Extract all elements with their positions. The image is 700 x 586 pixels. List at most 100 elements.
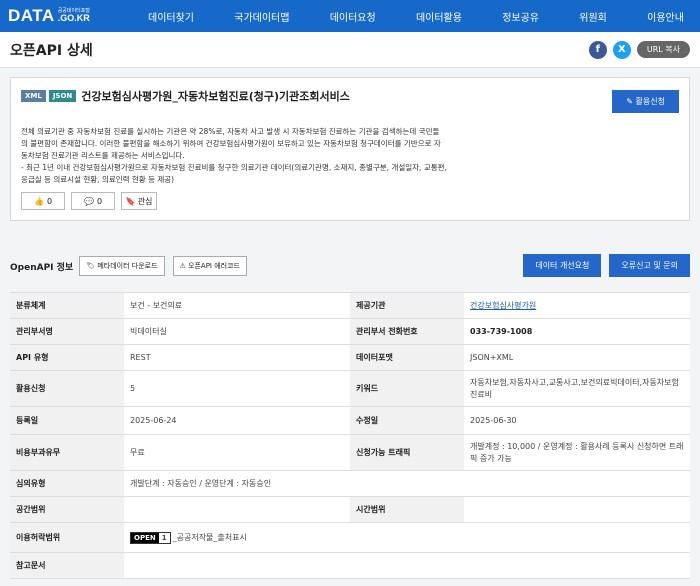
- row-value: 빅데이터실: [124, 318, 350, 345]
- data-improve-request-button[interactable]: 데이터 개선요청: [523, 254, 602, 277]
- row-label: 등록일: [10, 406, 124, 435]
- title-bar: 오픈API 상세 f X URL 복사: [0, 32, 700, 68]
- desc-line: 의 불편함이 존재합니다. 이러한 불편함을 해소하기 위하여 건강보험심사평가…: [21, 139, 441, 148]
- license-cell: OPEN 1 _공공저작물_출처표시: [124, 522, 690, 553]
- table-row: API 유형 REST 데이터포맷 JSON+XML: [10, 344, 690, 371]
- like-button[interactable]: 👍 0: [21, 192, 65, 210]
- row-label: 데이터포맷: [350, 344, 464, 371]
- row-value: 033-739-1008: [464, 318, 690, 345]
- table-row: 관리부서명 빅데이터실 관리부서 전화번호 033-739-1008: [10, 318, 690, 345]
- logo-sub: 공공데이터포털 .GO.KR: [58, 9, 90, 23]
- row-label: 시간범위: [350, 496, 464, 523]
- row-value: 2025-06-24: [124, 406, 350, 435]
- error-code-label: 오픈API 에러코드: [188, 262, 240, 270]
- desc-line: 응급실 등 의료시설 현황, 의료인력 현황 등 제공): [21, 175, 175, 184]
- logo-domain: .GO.KR: [57, 13, 90, 23]
- row-value: 2025-06-30: [464, 406, 690, 435]
- service-card: XML JSON 건강보험심사평가원_자동차보험진료(청구)기관조회서비스 ✎ …: [10, 77, 690, 221]
- row-value: 자동차보험,자동차사고,교통사고,보건의료빅데이터,자동차보험 진료비: [464, 370, 690, 407]
- license-text: _공공저작물_출처표시: [172, 532, 247, 542]
- row-value: 5: [124, 370, 350, 407]
- interest-label: 관심: [137, 196, 153, 206]
- tag-icon: 🏷: [86, 262, 96, 270]
- row-value: [464, 496, 690, 523]
- main-menu: 데이터찾기 국가데이터맵 데이터요청 데이터활용 정보공유 위원회 이용안내: [148, 9, 700, 24]
- service-title: 건강보험심사평가원_자동차보험진료(청구)기관조회서비스: [81, 90, 350, 103]
- table-row: 이용허락범위 OPEN 1 _공공저작물_출처표시: [10, 522, 690, 553]
- apply-use-label: 활용신청: [635, 97, 665, 106]
- info-right-buttons: 데이터 개선요청 오류신고 및 문의: [515, 254, 690, 277]
- row-value: [124, 496, 350, 523]
- error-report-button[interactable]: 오류신고 및 문의: [609, 254, 690, 277]
- url-copy-button[interactable]: URL 복사: [636, 41, 690, 58]
- error-code-button[interactable]: ⚠ 오픈API 에러코드: [172, 256, 247, 276]
- open-badge-text: OPEN: [131, 532, 159, 543]
- menu-item-info-share[interactable]: 정보공유: [502, 9, 539, 24]
- row-label: 활용신청: [10, 370, 124, 407]
- row-label: 비용부과유무: [10, 434, 124, 471]
- menu-item-committee[interactable]: 위원회: [579, 9, 607, 24]
- page-title: 오픈API 상세: [10, 42, 93, 59]
- comment-button[interactable]: 💬 0: [71, 192, 115, 210]
- row-value: 보건 - 보건의료: [124, 292, 350, 319]
- row-value: 무료: [124, 434, 350, 471]
- table-row: 공간범위 시간범위: [10, 496, 690, 523]
- service-actions: 👍 0 💬 0 🔖 관심: [21, 192, 163, 210]
- row-label: API 유형: [10, 344, 124, 371]
- open-badge-type: 1: [161, 533, 167, 542]
- table-row: 활용신청 5 키워드 자동차보험,자동차사고,교통사고,보건의료빅데이터,자동차…: [10, 370, 690, 407]
- row-label: 공간범위: [10, 496, 124, 523]
- apply-use-button[interactable]: ✎ 활용신청: [612, 90, 679, 113]
- openapi-info-bar: OpenAPI 정보 🏷 메타데이터 다운로드 ⚠ 오픈API 에러코드 데이터…: [10, 254, 690, 277]
- menu-item-national-data-map[interactable]: 국가데이터맵: [234, 9, 289, 24]
- row-value: 개발계정 : 10,000 / 운영계정 : 활용사례 등록시 신청하면 트래픽…: [464, 434, 690, 471]
- interest-button[interactable]: 🔖 관심: [121, 192, 157, 210]
- metadata-download-button[interactable]: 🏷 메타데이터 다운로드: [79, 256, 165, 276]
- row-value: JSON+XML: [464, 344, 690, 371]
- json-badge: JSON: [48, 90, 77, 102]
- row-value: 개발단계 : 자동승인 / 운영단계 : 자동승인: [124, 470, 690, 497]
- row-label: 관리부서명: [10, 318, 124, 345]
- api-info-table: 분류체계 보건 - 보건의료 제공기관 건강보험심사평가원 관리부서명 빅데이터…: [10, 292, 690, 579]
- row-label: 참고문서: [10, 552, 124, 579]
- site-logo[interactable]: DATA 공공데이터포털 .GO.KR: [8, 6, 148, 26]
- provider-cell: 건강보험심사평가원: [464, 292, 690, 319]
- table-row: 비용부과유무 무료 신청가능 트래픽 개발계정 : 10,000 / 운영계정 …: [10, 434, 690, 471]
- open-license-badge: OPEN 1: [130, 531, 171, 544]
- menu-item-guide[interactable]: 이용안내: [647, 9, 684, 24]
- table-row: 참고문서: [10, 552, 690, 579]
- row-label: 분류체계: [10, 292, 124, 319]
- row-label: 키워드: [350, 370, 464, 407]
- xml-badge: XML: [21, 90, 46, 102]
- row-label: 이용허락범위: [10, 522, 124, 553]
- bookmark-icon: 🔖: [125, 196, 136, 206]
- desc-line: - 최근 1년 이내 건강보험심사평가원으로 자동차보험 진료비를 청구한 의료…: [21, 163, 447, 172]
- desc-line: 동차보험 진료기관 리스트를 제공하는 서비스입니다.: [21, 151, 185, 160]
- openapi-info-title: OpenAPI 정보: [10, 262, 74, 273]
- desc-line: 전체 의료기관 중 자동차보험 진료를 실시하는 기관은 약 28%로, 자동차…: [21, 127, 440, 136]
- service-header: XML JSON 건강보험심사평가원_자동차보험진료(청구)기관조회서비스: [21, 88, 679, 104]
- table-row: 분류체계 보건 - 보건의료 제공기관 건강보험심사평가원: [10, 292, 690, 319]
- row-value: REST: [124, 344, 350, 371]
- menu-item-find-data[interactable]: 데이터찾기: [148, 9, 194, 24]
- metadata-download-label: 메타데이터 다운로드: [97, 262, 158, 270]
- warning-icon: ⚠: [179, 262, 186, 270]
- row-label: 심의유형: [10, 470, 124, 497]
- row-label: 제공기관: [350, 292, 464, 319]
- x-share-icon[interactable]: X: [612, 40, 631, 59]
- comment-count: 0: [96, 196, 103, 206]
- facebook-share-icon[interactable]: f: [588, 40, 607, 59]
- table-row: 등록일 2025-06-24 수정일 2025-06-30: [10, 406, 690, 435]
- provider-link[interactable]: 건강보험심사평가원: [470, 301, 536, 310]
- row-label: 신청가능 트래픽: [350, 434, 464, 471]
- logo-text: DATA: [8, 6, 55, 25]
- top-navigation: DATA 공공데이터포털 .GO.KR 데이터찾기 국가데이터맵 데이터요청 데…: [0, 0, 700, 32]
- row-label: 수정일: [350, 406, 464, 435]
- menu-item-data-usage[interactable]: 데이터활용: [416, 9, 462, 24]
- edit-icon: ✎: [626, 97, 633, 106]
- row-value: [124, 552, 690, 579]
- menu-item-data-request[interactable]: 데이터요청: [330, 9, 376, 24]
- table-row: 심의유형 개발단계 : 자동승인 / 운영단계 : 자동승인: [10, 470, 690, 497]
- like-count: 0: [46, 196, 53, 206]
- thumbs-up-icon: 👍: [33, 196, 44, 206]
